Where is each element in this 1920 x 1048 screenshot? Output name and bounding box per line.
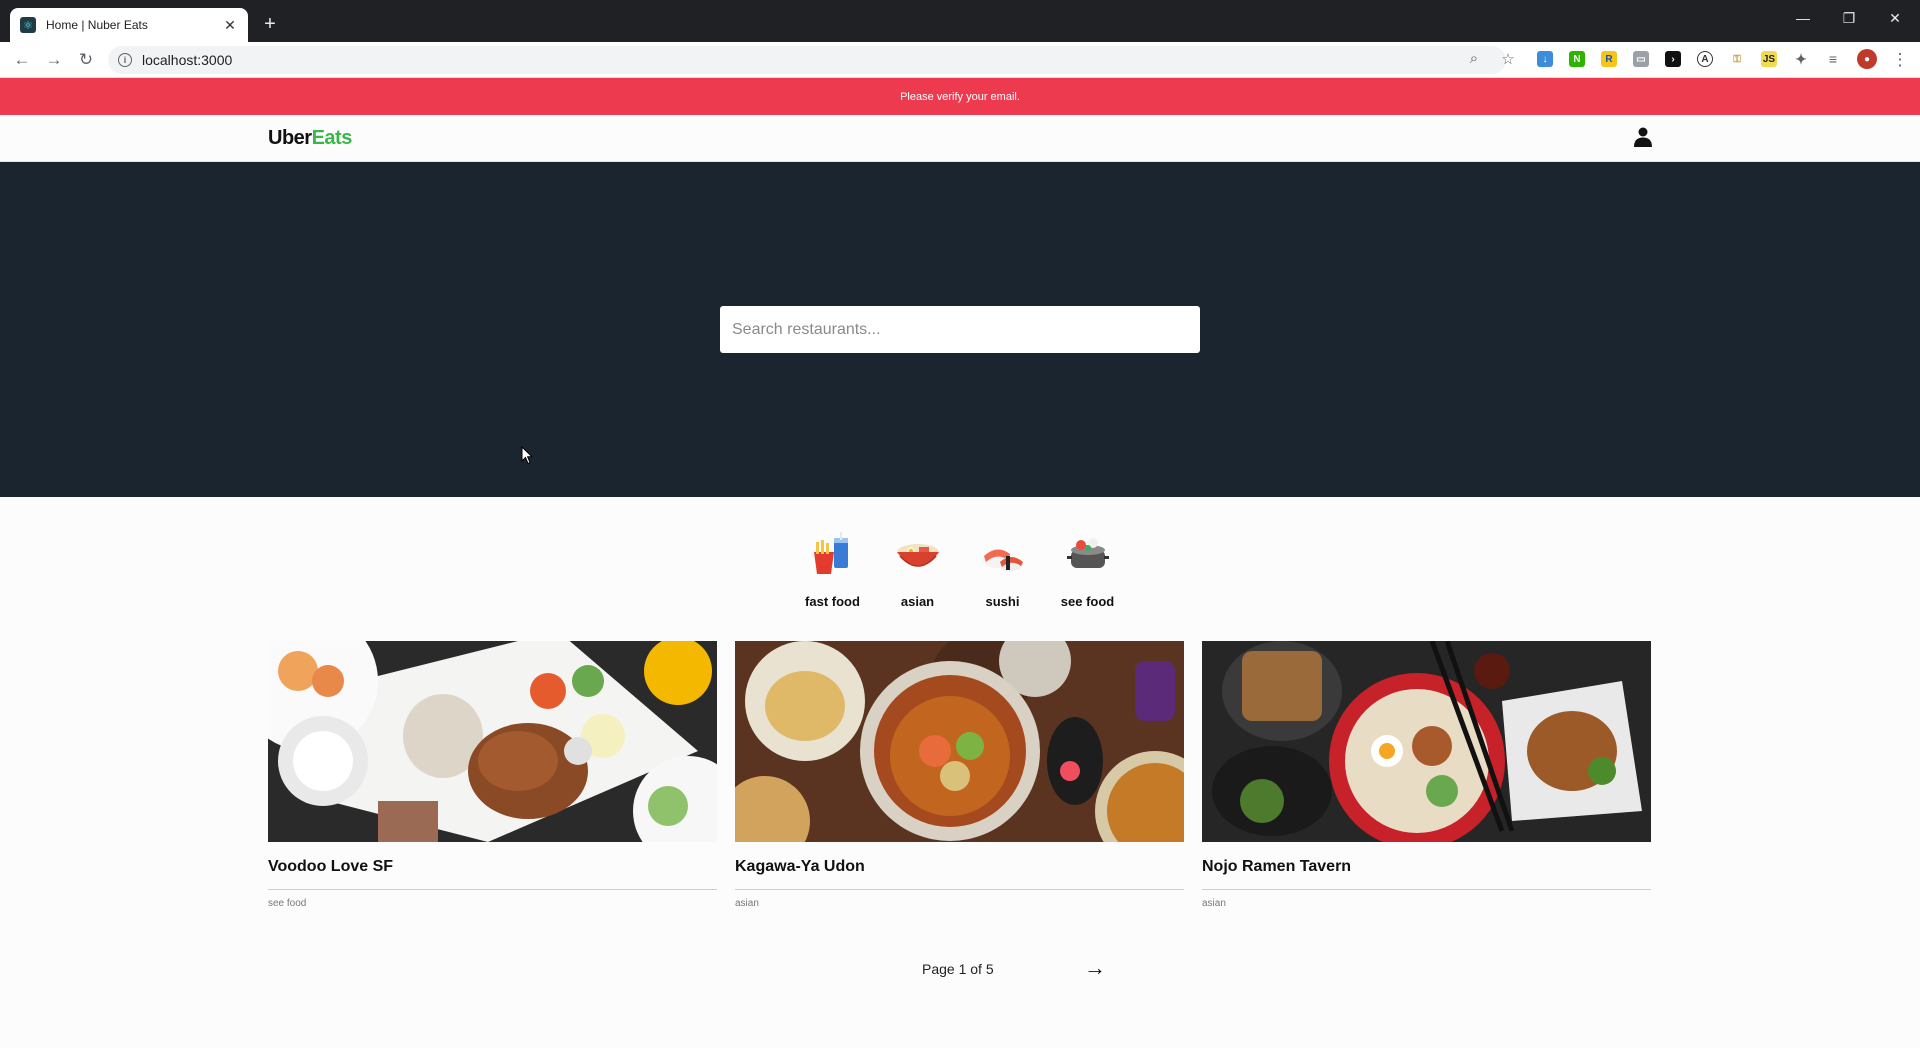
- zoom-icon[interactable]: ⌕: [1464, 50, 1484, 67]
- category-label: fast food: [805, 594, 860, 609]
- logo-uber: Uber: [268, 127, 312, 149]
- restaurant-image[interactable]: [735, 641, 1184, 842]
- extensions-puzzle-icon[interactable]: ✦: [1793, 51, 1809, 67]
- profile-avatar[interactable]: ●: [1857, 49, 1877, 69]
- logo-eats: Eats: [311, 127, 353, 149]
- category-see-food[interactable]: see food: [1045, 528, 1130, 609]
- category-label: see food: [1060, 594, 1115, 609]
- restore-icon[interactable]: ❐: [1834, 10, 1864, 27]
- bookmark-star-icon[interactable]: ☆: [1498, 50, 1518, 68]
- js-extension-icon[interactable]: JS: [1761, 51, 1777, 67]
- restaurant-card[interactable]: Kagawa-Ya Udon asian: [735, 641, 1184, 909]
- url-text: localhost:3000: [142, 52, 233, 68]
- category-label: sushi: [985, 594, 1020, 609]
- cast-extension-icon[interactable]: ▭: [1633, 51, 1649, 67]
- r-extension-icon[interactable]: R: [1601, 51, 1617, 67]
- restaurant-name[interactable]: Kagawa-Ya Udon: [735, 858, 1184, 890]
- verify-email-banner: Please verify your email.: [0, 78, 1920, 115]
- mouse-cursor-icon: [521, 446, 533, 465]
- tab-title: Home | Nuber Eats: [46, 18, 148, 32]
- back-icon[interactable]: ←: [10, 48, 34, 72]
- restaurant-image[interactable]: [1202, 641, 1651, 842]
- browser-toolbar: ← → ↻ i localhost:3000 ⌕ ☆ ⋮: [0, 42, 1920, 78]
- category-label: asian: [900, 594, 935, 609]
- react-favicon-icon: ⚛: [20, 17, 36, 33]
- forward-icon[interactable]: →: [42, 48, 66, 72]
- new-tab-button[interactable]: +: [260, 12, 280, 36]
- page-indicator: Page 1 of 5: [922, 961, 994, 977]
- restaurant-name[interactable]: Voodoo Love SF: [268, 858, 717, 890]
- close-tab-icon[interactable]: ✕: [222, 17, 238, 34]
- browser-tab[interactable]: ⚛ Home | Nuber Eats ✕: [10, 8, 248, 42]
- download-extension-icon[interactable]: ↓: [1537, 51, 1553, 67]
- restaurant-name[interactable]: Nojo Ramen Tavern: [1202, 858, 1651, 890]
- category-asian[interactable]: asian: [875, 528, 960, 609]
- terminal-extension-icon[interactable]: ›: [1665, 51, 1681, 67]
- search-input[interactable]: [720, 306, 1200, 353]
- menu-icon[interactable]: ⋮: [1888, 48, 1912, 72]
- fast-food-icon: [806, 528, 860, 582]
- verify-email-text: Please verify your email.: [900, 90, 1020, 103]
- site-header: UberEats: [0, 115, 1920, 162]
- restaurant-image[interactable]: [268, 641, 717, 842]
- browser-tab-bar: ⚛ Home | Nuber Eats ✕ + — ❐ ✕: [0, 0, 1920, 42]
- category-list: fast food asian sushi see food: [790, 528, 1130, 609]
- close-window-icon[interactable]: ✕: [1880, 10, 1910, 27]
- restaurant-category: asian: [735, 898, 759, 909]
- restaurant-category: asian: [1202, 898, 1226, 909]
- naver-extension-icon[interactable]: N: [1569, 51, 1585, 67]
- next-page-arrow-icon[interactable]: →: [1084, 955, 1106, 981]
- pagination: Page 1 of 5 →: [920, 955, 1120, 981]
- noodle-bowl-icon: [891, 528, 945, 582]
- minimize-icon[interactable]: —: [1788, 10, 1818, 26]
- site-info-icon[interactable]: i: [118, 53, 132, 67]
- user-icon[interactable]: [1634, 127, 1652, 147]
- restaurant-card[interactable]: Voodoo Love SF see food: [268, 641, 717, 909]
- restaurant-category: see food: [268, 898, 307, 909]
- a-extension-icon[interactable]: A: [1697, 51, 1713, 67]
- category-sushi[interactable]: sushi: [960, 528, 1045, 609]
- category-fast-food[interactable]: fast food: [790, 528, 875, 609]
- seafood-pot-icon: [1061, 528, 1115, 582]
- uber-eats-logo[interactable]: UberEats: [268, 127, 352, 150]
- restaurant-card[interactable]: Nojo Ramen Tavern asian: [1202, 641, 1651, 909]
- address-bar[interactable]: i localhost:3000 ⌕ ☆: [108, 46, 1515, 74]
- sushi-icon: [976, 528, 1030, 582]
- reload-icon[interactable]: ↻: [74, 48, 98, 72]
- key-extension-icon[interactable]: ⚿: [1729, 51, 1745, 67]
- reading-list-icon[interactable]: ≡: [1825, 51, 1841, 67]
